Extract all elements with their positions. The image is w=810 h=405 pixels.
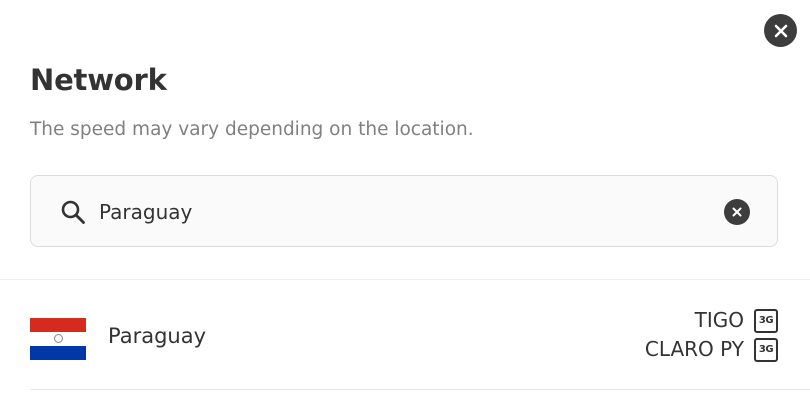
country-name: Paraguay xyxy=(108,324,207,348)
carrier-item: TIGO 3G xyxy=(695,307,778,334)
paraguay-flag-icon xyxy=(30,318,86,360)
clear-icon xyxy=(732,207,742,217)
clear-search-button[interactable] xyxy=(724,199,750,225)
search-box[interactable] xyxy=(30,175,778,247)
search-icon xyxy=(61,200,85,224)
list-item[interactable]: Paraguay TIGO 3G CLARO PY 3G xyxy=(30,280,780,389)
carrier-item: CLARO PY 3G xyxy=(645,336,778,363)
dialog-title: Network xyxy=(30,63,167,97)
divider xyxy=(30,389,810,390)
carrier-name: TIGO xyxy=(694,308,744,332)
carrier-list: TIGO 3G CLARO PY 3G xyxy=(645,307,778,363)
network-badge: 3G xyxy=(754,337,778,362)
carrier-name: CLARO PY xyxy=(644,337,744,361)
close-icon xyxy=(774,24,787,37)
network-badge: 3G xyxy=(754,308,778,333)
search-input[interactable] xyxy=(99,194,699,230)
network-dialog: Network The speed may vary depending on … xyxy=(0,0,810,405)
dialog-subtitle: The speed may vary depending on the loca… xyxy=(30,119,474,140)
close-button[interactable] xyxy=(764,14,797,47)
